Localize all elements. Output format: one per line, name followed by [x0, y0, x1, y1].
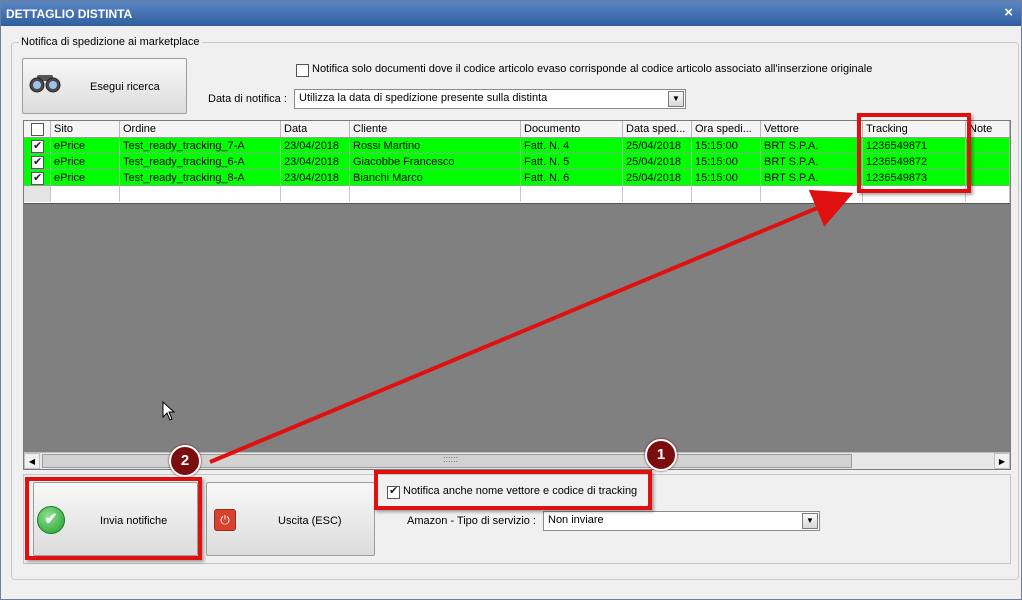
annotation-arrow: [209, 189, 854, 464]
step-badge-2: 2: [169, 445, 201, 477]
step-badge-1: 1: [645, 439, 677, 471]
mouse-cursor-icon: [162, 401, 176, 421]
